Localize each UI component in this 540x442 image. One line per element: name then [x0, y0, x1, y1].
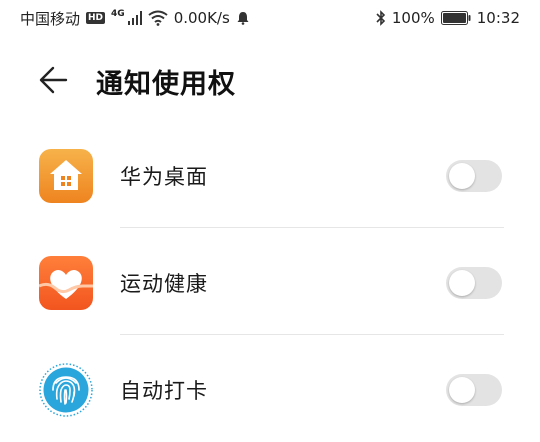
- battery-icon: [440, 11, 471, 25]
- toggle-knob: [449, 377, 475, 403]
- notification-toggle[interactable]: [446, 267, 502, 299]
- notification-toggle[interactable]: [446, 160, 502, 192]
- notification-toggle[interactable]: [446, 374, 502, 406]
- bell-icon: [237, 12, 249, 25]
- app-row[interactable]: 华为桌面: [0, 122, 540, 228]
- carrier-name: 中国移动: [20, 9, 81, 28]
- divider: [120, 227, 504, 228]
- status-left: 中国移动 HD 4G 0.00K/s: [20, 8, 250, 29]
- divider: [120, 334, 504, 335]
- page-header: 通知使用权: [0, 52, 540, 108]
- health-app-icon: [39, 256, 93, 310]
- signal-icon: [127, 11, 142, 25]
- app-row[interactable]: 自动打卡: [0, 336, 540, 442]
- app-row[interactable]: 运动健康: [0, 229, 540, 335]
- bluetooth-icon: [376, 10, 386, 26]
- app-name: 运动健康: [120, 272, 208, 296]
- network-speed: 0.00K/s: [173, 9, 230, 27]
- status-bar: 中国移动 HD 4G 0.00K/s 100% 10:32: [0, 0, 540, 36]
- back-arrow-icon[interactable]: [38, 65, 70, 95]
- clock: 10:32: [476, 9, 520, 27]
- network-type: 4G: [111, 9, 125, 19]
- app-name: 自动打卡: [120, 379, 208, 403]
- app-name: 华为桌面: [120, 165, 208, 189]
- hd-badge: HD: [86, 12, 106, 24]
- page-title: 通知使用权: [96, 69, 236, 100]
- home-app-icon: [39, 149, 93, 203]
- toggle-knob: [449, 270, 475, 296]
- wifi-icon: [148, 10, 168, 26]
- battery-percent: 100%: [391, 9, 435, 27]
- toggle-knob: [449, 163, 475, 189]
- fingerprint-app-icon: [39, 363, 93, 417]
- status-right: 100% 10:32: [376, 9, 520, 27]
